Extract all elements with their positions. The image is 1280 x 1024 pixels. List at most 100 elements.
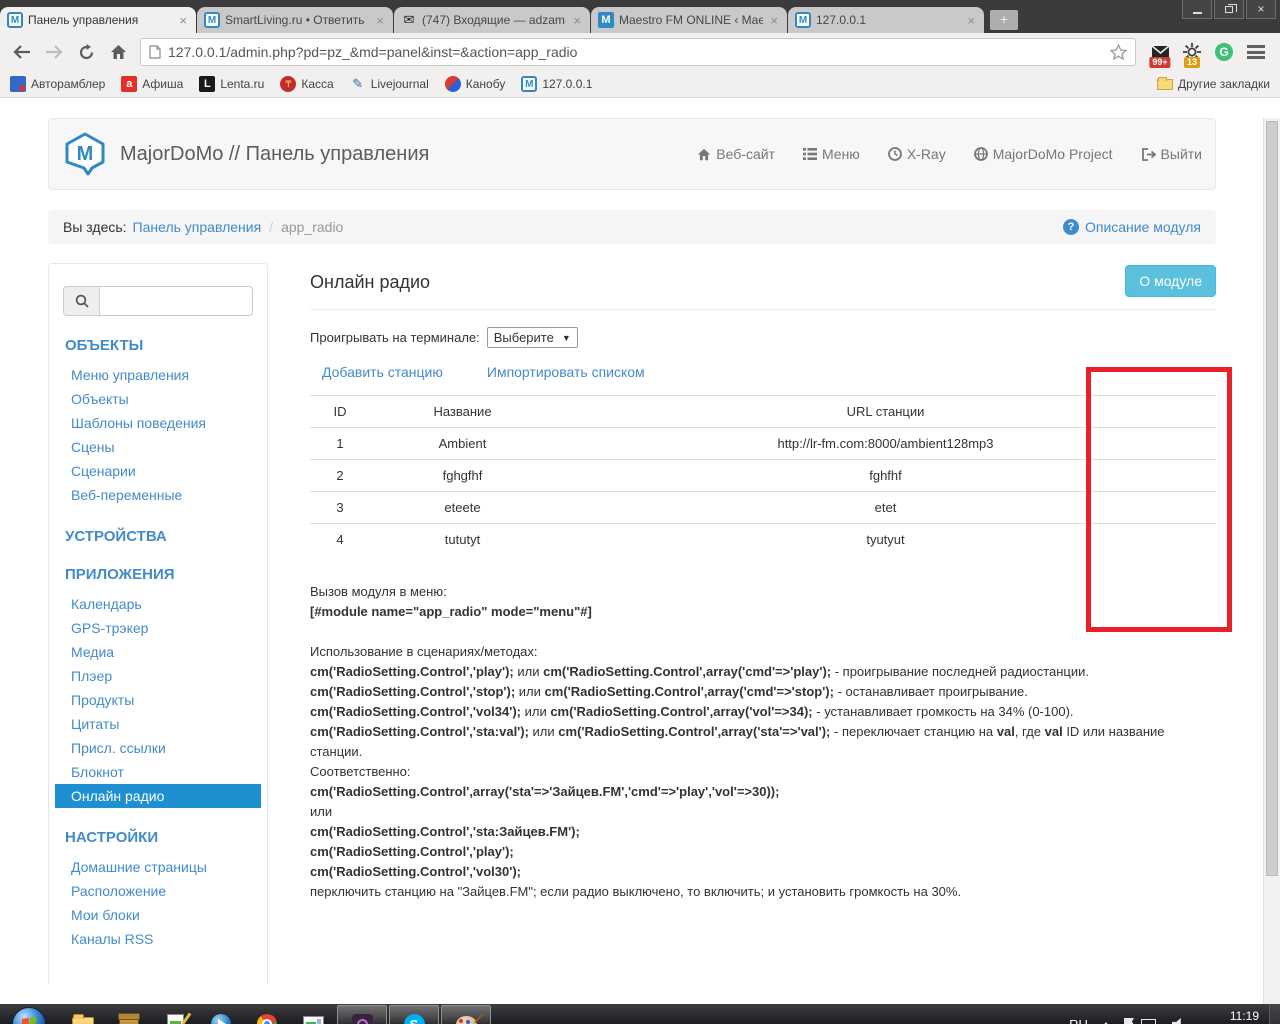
nav-xray[interactable]: X-Ray (887, 146, 946, 162)
module-description-link[interactable]: ? Описание модуля (1062, 219, 1201, 235)
bookmark-item[interactable]: ₸ Касса (280, 76, 334, 92)
nav-label: X-Ray (906, 146, 946, 162)
sidebar-item[interactable]: Присл. ссылки (55, 736, 261, 760)
sidebar-item[interactable]: Веб-переменные (55, 483, 261, 507)
docs-text: cm('RadioSetting.Control',array('cmd'=>'… (544, 684, 834, 699)
taskbar-imageviewer-button[interactable] (290, 1004, 336, 1024)
sidebar-item[interactable]: Домашние страницы (55, 855, 261, 879)
tab-close-icon[interactable]: × (374, 13, 386, 28)
taskbar-skype-button[interactable]: S 1 (389, 1005, 439, 1024)
taskbar-mediaplayer-button[interactable] (198, 1004, 244, 1024)
restore-button[interactable] (1214, 0, 1244, 19)
sidebar-item[interactable]: Цитаты (55, 712, 261, 736)
docs-line: cm('RadioSetting.Control','sta:Зайцев.FM… (310, 822, 1216, 842)
table-cell: eteete (370, 491, 555, 524)
table-header-row: ID Название URL станции (310, 395, 1216, 428)
taskbar-chrome-button[interactable] (244, 1004, 290, 1024)
docs-text: cm('RadioSetting.Control','sta:val'); (310, 724, 529, 739)
mail-extension-button[interactable]: 99+ (1148, 39, 1172, 68)
sidebar-item[interactable]: GPS-трэкер (55, 616, 261, 640)
volume-icon[interactable] (1171, 1018, 1181, 1024)
green-circle-icon: G (1215, 43, 1233, 61)
network-icon[interactable] (1140, 1018, 1156, 1024)
terminal-select-value: Выберите (493, 330, 554, 345)
sidebar-item[interactable]: Каналы RSS (55, 927, 261, 951)
scrollbar-thumb[interactable] (1266, 121, 1278, 876)
tab-close-icon[interactable]: × (768, 13, 780, 28)
mdm-favicon-icon: M (7, 12, 23, 28)
bookmark-item[interactable]: L Lenta.ru (199, 76, 264, 92)
taskbar-archive-button[interactable] (106, 1004, 152, 1024)
bookmark-item[interactable]: Авторамблер (10, 76, 105, 92)
terminal-select[interactable]: Выберите ▼ (486, 327, 578, 348)
tab-close-icon[interactable]: × (177, 13, 189, 28)
new-tab-button[interactable]: + (990, 10, 1018, 30)
nav-logout[interactable]: Выйти (1141, 146, 1202, 162)
taskbar-purple-app-button[interactable] (337, 1005, 387, 1024)
sidebar-item[interactable]: Календарь (55, 592, 261, 616)
browser-tab[interactable]: M 127.0.0.1 × (788, 7, 984, 33)
bookmark-item[interactable]: Канобу (444, 76, 505, 92)
show-desktop-button[interactable] (1269, 1004, 1280, 1024)
bookmark-star-icon[interactable] (1110, 44, 1127, 60)
bookmark-item[interactable]: M 127.0.0.1 (521, 76, 592, 92)
nav-website[interactable]: Веб-сайт (697, 146, 775, 162)
sidebar-item[interactable]: Расположение (55, 879, 261, 903)
sidebar-item[interactable]: Меню управления (55, 363, 261, 387)
sidebar: ОБЪЕКТЫ Меню управления Объекты Шаблоны пов… (48, 263, 268, 984)
sidebar-item[interactable]: Медиа (55, 640, 261, 664)
sidebar-item[interactable]: Сцены (55, 435, 261, 459)
nav-menu[interactable]: Меню (802, 146, 860, 162)
browser-tab[interactable]: M SmartLiving.ru • Ответить × (197, 7, 393, 33)
back-button[interactable] (8, 38, 36, 66)
minimize-button[interactable] (1182, 0, 1212, 19)
tab-close-icon[interactable]: × (571, 13, 583, 28)
import-list-link[interactable]: Импортировать списком (487, 364, 645, 380)
sidebar-item-active[interactable]: Онлайн радио (55, 784, 261, 808)
add-station-link[interactable]: Добавить станцию (322, 364, 443, 380)
sidebar-item[interactable]: Шаблоны поведения (55, 411, 261, 435)
docs-text: Вызов модуля в меню: (310, 584, 447, 599)
bookmark-item[interactable]: a Афиша (121, 76, 183, 92)
browser-tab[interactable]: M Панель управления × (0, 7, 196, 33)
nav-project[interactable]: MajorDoMo Project (973, 146, 1113, 162)
search-button[interactable] (63, 286, 99, 316)
sidebar-item[interactable]: Мои блоки (55, 903, 261, 927)
docs-text: cm('RadioSetting.Control','vol30'); (310, 864, 521, 879)
bookmark-label: 127.0.0.1 (542, 77, 593, 91)
language-indicator[interactable]: RU (1069, 1017, 1088, 1024)
taskbar-paint-button[interactable] (441, 1005, 491, 1024)
taskbar-notes-button[interactable] (152, 1004, 198, 1024)
sidebar-item[interactable]: Продукты (55, 688, 261, 712)
settings-extension-button[interactable]: 13 (1180, 39, 1204, 68)
adblock-extension-button[interactable]: G (1212, 39, 1236, 65)
clock[interactable]: 11:19 14.10.2014 (1199, 1009, 1259, 1024)
chrome-menu-button[interactable] (1244, 39, 1268, 65)
forward-button[interactable] (40, 38, 68, 66)
browser-tab[interactable]: ✉ (747) Входящие — adzam@ × (394, 7, 590, 33)
sidebar-item[interactable]: Сценарии (55, 459, 261, 483)
docs-text: , где (1014, 724, 1045, 739)
address-bar[interactable]: 127.0.0.1/admin.php?pd=pz_&md=panel&inst… (140, 38, 1136, 66)
tab-close-icon[interactable]: × (965, 13, 977, 28)
browser-tab[interactable]: M Maestro FM ONLINE ‹ Maes × (591, 7, 787, 33)
sidebar-item[interactable]: Объекты (55, 387, 261, 411)
reload-button[interactable] (72, 38, 100, 66)
docs-text: cm('RadioSetting.Control','play'); (310, 844, 514, 859)
docs-line: cm('RadioSetting.Control','play'); или c… (310, 662, 1216, 682)
close-button[interactable]: × (1246, 0, 1276, 19)
start-button[interactable] (12, 1007, 46, 1024)
sidebar-item[interactable]: Плэер (55, 664, 261, 688)
action-center-flag-icon[interactable] (1123, 1018, 1125, 1024)
other-bookmarks-button[interactable]: Другие закладки (1157, 76, 1270, 91)
main-content: О модуле Онлайн радио Проигрывать на тер… (310, 263, 1216, 902)
tab-title: Maestro FM ONLINE ‹ Maes (619, 13, 764, 27)
bookmark-item[interactable]: ✎ Livejournal (350, 76, 429, 92)
page-scrollbar[interactable] (1263, 118, 1280, 1004)
about-module-button[interactable]: О модуле (1125, 265, 1216, 297)
home-button[interactable] (104, 38, 132, 66)
breadcrumb-link-panel[interactable]: Панель управления (133, 219, 262, 235)
taskbar-explorer-button[interactable] (60, 1004, 106, 1024)
search-input[interactable] (99, 286, 253, 316)
sidebar-item[interactable]: Блокнот (55, 760, 261, 784)
